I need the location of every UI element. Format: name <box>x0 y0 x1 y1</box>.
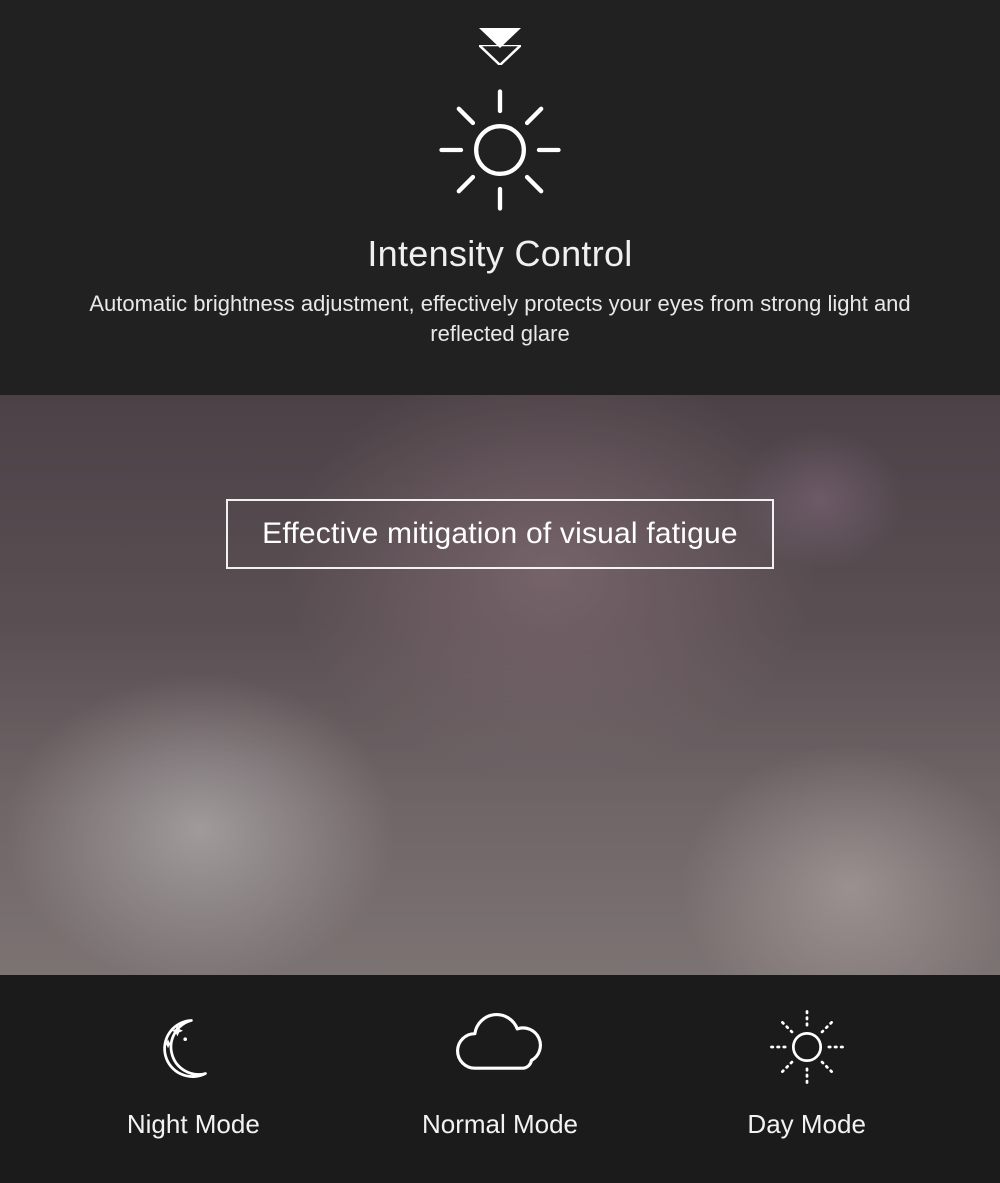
section-title: Intensity Control <box>0 233 1000 275</box>
mode-night: Night Mode <box>40 1005 347 1140</box>
modes-row: Night Mode Normal Mode <box>0 975 1000 1183</box>
hero-overlay-text: Effective mitigation of visual fatigue <box>226 499 774 569</box>
header-section: Intensity Control Automatic brightness a… <box>0 0 1000 395</box>
mode-label: Day Mode <box>747 1109 866 1140</box>
mode-day: Day Mode <box>653 1005 960 1140</box>
mode-label: Night Mode <box>127 1109 260 1140</box>
moon-stars-icon <box>154 1005 232 1089</box>
sun-icon <box>0 85 1000 215</box>
down-arrow-icon <box>0 28 1000 65</box>
mode-normal: Normal Mode <box>347 1005 654 1140</box>
section-subtitle: Automatic brightness adjustment, effecti… <box>60 289 940 348</box>
hero-image: Effective mitigation of visual fatigue <box>0 395 1000 975</box>
cloud-icon <box>445 1005 555 1089</box>
sun-icon <box>766 1005 848 1089</box>
mode-label: Normal Mode <box>422 1109 578 1140</box>
